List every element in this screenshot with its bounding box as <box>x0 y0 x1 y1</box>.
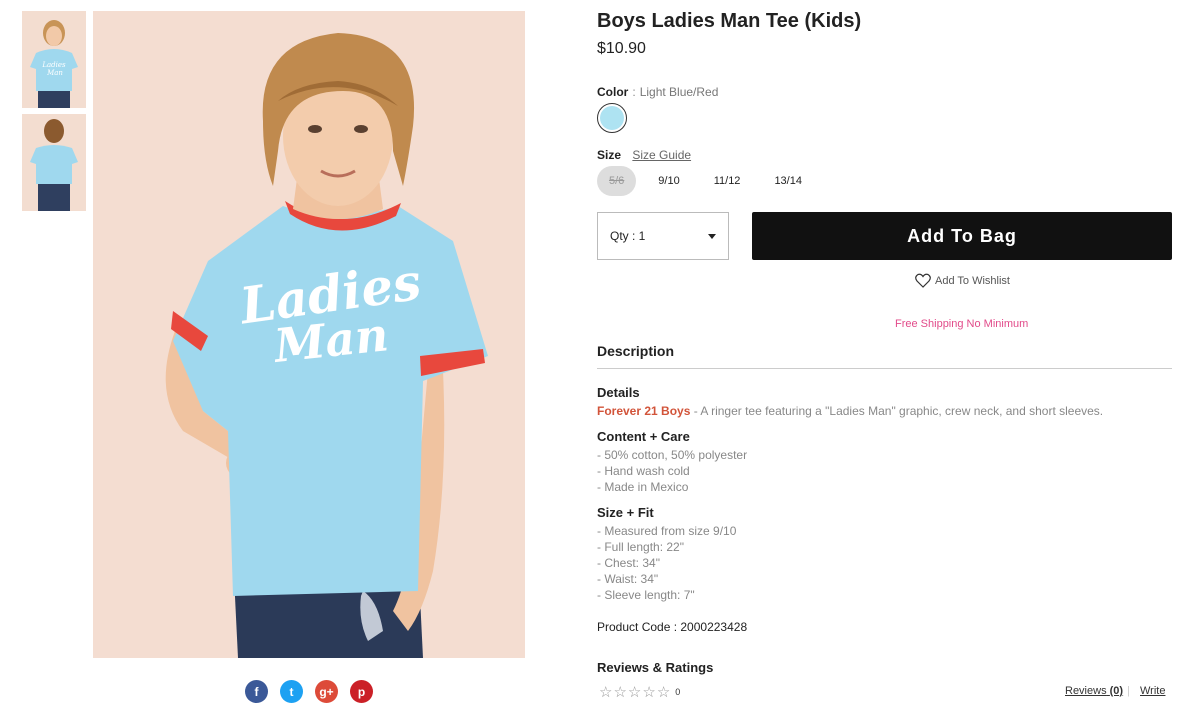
details-description: - A ringer tee featuring a "Ladies Man" … <box>690 404 1104 418</box>
fit-line: - Waist: 34" <box>597 572 659 586</box>
quantity-select[interactable]: Qty : 1 <box>597 212 729 260</box>
content-line: - Hand wash cold <box>597 464 690 478</box>
size-options: 5/6 9/10 11/12 13/14 <box>597 166 824 196</box>
description-divider <box>597 368 1172 369</box>
color-swatch-fill <box>600 106 624 130</box>
thumbnail-back-image <box>22 114 86 211</box>
color-separator: : <box>632 85 636 99</box>
color-swatch-light-blue-red[interactable] <box>597 103 627 133</box>
chevron-down-icon <box>708 233 716 239</box>
size-row: Size Size Guide <box>597 148 691 162</box>
content-care-heading: Content + Care <box>597 429 690 444</box>
fit-line: - Sleeve length: 7" <box>597 588 695 602</box>
product-photo: Ladies Man <box>93 11 525 658</box>
star-icon[interactable]: ☆ <box>628 683 641 701</box>
main-product-image[interactable]: Ladies Man <box>93 11 525 658</box>
write-review-link[interactable]: Write <box>1140 685 1165 697</box>
reviews-link-label: Reviews <box>1065 685 1107 697</box>
reviews-separator: | <box>1127 685 1130 697</box>
quantity-label: Qty : 1 <box>610 229 646 243</box>
description-heading: Description <box>597 343 675 359</box>
thumbnail-gallery: Ladies Man <box>22 11 86 217</box>
add-to-wishlist-button[interactable]: Add To Wishlist <box>915 273 1010 288</box>
svg-text:Man: Man <box>46 69 63 77</box>
details-heading: Details <box>597 385 640 400</box>
size-guide-link[interactable]: Size Guide <box>632 148 691 162</box>
reviews-heading: Reviews & Ratings <box>597 660 714 675</box>
thumbnail-front-image: Ladies Man <box>22 11 86 108</box>
fit-line: - Chest: 34" <box>597 556 660 570</box>
star-icon[interactable]: ☆ <box>599 683 612 701</box>
content-line: - 50% cotton, 50% polyester <box>597 448 748 462</box>
add-to-bag-button[interactable]: Add To Bag <box>752 212 1172 260</box>
thumbnail-front[interactable]: Ladies Man <box>22 11 86 108</box>
color-value: Light Blue/Red <box>639 85 719 99</box>
content-line: - Made in Mexico <box>597 480 689 494</box>
fit-line: - Full length: 22" <box>597 540 684 554</box>
size-fit-heading: Size + Fit <box>597 505 654 520</box>
free-shipping-note: Free Shipping No Minimum <box>895 318 1029 330</box>
product-title: Boys Ladies Man Tee (Kids) <box>597 10 862 32</box>
details-text: Forever 21 Boys - A ringer tee featuring… <box>597 404 1103 418</box>
facebook-share-icon[interactable]: f <box>245 680 268 703</box>
size-option-13-14[interactable]: 13/14 <box>762 166 814 196</box>
size-option-11-12[interactable]: 11/12 <box>702 166 753 196</box>
wishlist-label: Add To Wishlist <box>935 274 1010 287</box>
star-icon[interactable]: ☆ <box>642 683 655 701</box>
thumbnail-back[interactable] <box>22 114 86 211</box>
reviews-link-count: (0) <box>1109 685 1124 697</box>
fit-line: - Measured from size 9/10 <box>597 524 737 538</box>
pinterest-share-icon[interactable]: p <box>350 680 373 703</box>
brand-name: Forever 21 Boys <box>597 404 691 418</box>
product-code: Product Code : 2000223428 <box>597 620 748 634</box>
star-rating: ☆ ☆ ☆ ☆ ☆ 0 <box>599 683 680 701</box>
svg-text:Ladies: Ladies <box>41 61 66 69</box>
twitter-share-icon[interactable]: t <box>280 680 303 703</box>
rating-count: 0 <box>675 687 681 697</box>
product-price: $10.90 <box>597 40 646 57</box>
size-option-9-10[interactable]: 9/10 <box>646 166 691 196</box>
color-label: Color <box>597 85 629 99</box>
size-label: Size <box>597 148 622 162</box>
color-row: Color: Light Blue/Red <box>597 85 718 99</box>
heart-icon <box>915 273 931 288</box>
star-icon[interactable]: ☆ <box>613 683 626 701</box>
googleplus-share-icon[interactable]: g+ <box>315 680 338 703</box>
social-share-bar: f t g+ p <box>245 680 373 703</box>
size-option-5-6: 5/6 <box>597 166 637 196</box>
reviews-link[interactable]: Reviews (0) <box>1065 685 1123 697</box>
star-icon[interactable]: ☆ <box>657 683 670 701</box>
